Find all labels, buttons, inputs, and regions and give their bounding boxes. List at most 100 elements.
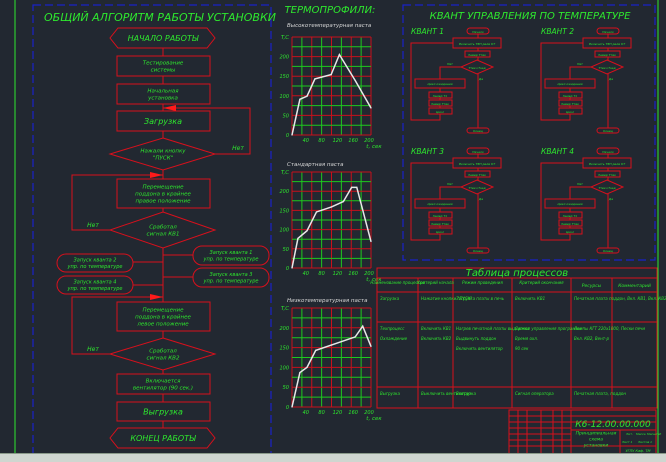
- kvant-block-1: КВАНТ 1 Начало Включить ТЭН реле КТ Замер T…: [410, 27, 502, 134]
- connector-line: [569, 186, 591, 199]
- table-header: Критерий начала: [417, 280, 454, 285]
- thermo-chart-2: Стандартная паста05010015020040 80 120 160 2…: [279, 162, 382, 283]
- data-point: [299, 98, 301, 100]
- connector-line: [569, 66, 591, 79]
- condition-label: Tтек<Tзад: [598, 186, 615, 190]
- drawing-name: установки: [583, 444, 609, 449]
- x-tick-label: 40: [303, 410, 309, 416]
- table-header: Ресурсы: [582, 283, 602, 289]
- end-terminator-label: КОНЕЦ РАБОТЫ: [130, 434, 196, 443]
- kvant-name: КВАНТ 1: [411, 27, 444, 36]
- y-tick-label: 150: [279, 74, 289, 80]
- wait-label: Цикл ожидания: [557, 202, 582, 206]
- table-cell: Выгрузка: [380, 391, 400, 396]
- no-label: Нет: [232, 145, 244, 152]
- kvant2-oval-label: упр. по температуре: [67, 264, 123, 270]
- step-label: Замер T1: [433, 214, 448, 218]
- arrow-icon: [163, 105, 176, 111]
- data-point: [342, 200, 344, 203]
- drawing-name: схема: [589, 438, 603, 443]
- wait-label: Цикл ожидания: [557, 82, 582, 86]
- table-title: Таблица процессов: [466, 267, 568, 279]
- yes-label: Да: [608, 77, 613, 81]
- kv1-decision-label: Сработал: [149, 224, 177, 230]
- kvant-title: КВАНТ УПРАВЛЕНИЯ ПО ТЕМПЕРАТУРЕ: [430, 11, 631, 22]
- kvant1-oval-label: упр. по температуре: [203, 257, 259, 263]
- table-cell: Включить КВ1: [515, 296, 545, 301]
- step-label: Замер Tтек: [431, 222, 449, 226]
- table-cell: Печатная плата, поддон: [574, 391, 626, 396]
- data-point: [306, 95, 308, 97]
- test-system-box-label: системы: [151, 67, 176, 73]
- move-right-box-label: поддона в крайнее: [135, 191, 191, 197]
- step-label: Замер Tтек: [431, 102, 449, 106]
- arrow-icon: [150, 294, 163, 300]
- x-tick-label: 160: [348, 138, 358, 144]
- measure-label: Замер Tтек: [468, 173, 486, 177]
- data-point: [306, 230, 308, 232]
- heat-label: Включить ТЭН реле КТ: [589, 162, 626, 166]
- yes-label: Да: [478, 77, 483, 81]
- x-tick-label: 80: [318, 138, 324, 144]
- data-point: [354, 79, 356, 82]
- initial-setup-box-label: установка: [147, 95, 178, 101]
- y-tick-label: 100: [279, 228, 289, 234]
- stamp-lit: Лит.: [625, 432, 633, 436]
- algorithm-title: ОБЩИЙ АЛГОРИТМ РАБОТЫ УСТАНОВКИ: [44, 11, 276, 24]
- data-point: [315, 211, 318, 213]
- connector-line: [439, 66, 461, 79]
- x-tick-label: 40: [303, 271, 309, 277]
- kvant-block-4: КВАНТ 4 Начало Включить ТЭН реле КТ Замер T…: [540, 147, 632, 254]
- chart-title: Высокотемпературная паста: [287, 23, 372, 29]
- move-left-box-label: левое положение: [136, 321, 189, 327]
- data-point: [315, 349, 317, 351]
- y-axis-label: T,C: [281, 306, 289, 312]
- kvant-block-3: КВАНТ 3 Начало Включить ТЭН реле КТ Замер T…: [410, 147, 502, 254]
- thermo-chart-3: Низкотемпературная паста 0 50 100 150 200 40 80…: [279, 298, 382, 422]
- move-right-box-label: Перемещение: [142, 184, 184, 190]
- data-point: [299, 371, 301, 374]
- table-header: Комментарий: [618, 283, 651, 289]
- start-label: Начало: [472, 30, 484, 34]
- data-point: [297, 237, 299, 240]
- measure-label: Замер Tтек: [468, 53, 486, 57]
- y-tick-label: 50: [283, 385, 289, 391]
- kvant-name: КВАНТ 3: [411, 147, 444, 156]
- cad-drawing-canvas: ОБЩИЙ АЛГОРИТМ РАБОТЫ УСТАНОВКИ НАЧАЛО Р…: [14, 0, 666, 461]
- step-label: Цикл: [436, 110, 444, 114]
- x-tick-label: 80: [318, 410, 324, 416]
- unload-box-label: Выгрузка: [143, 408, 183, 417]
- y-tick-label: 150: [279, 346, 289, 352]
- end-label: Конец: [603, 129, 613, 133]
- chart-title: Стандартная паста: [287, 162, 344, 168]
- x-tick-label: 160: [348, 410, 358, 416]
- end-label: Конец: [603, 249, 613, 253]
- table-cell: Печатная плата поддон, Вкл. КВ1, Вкл. КВ…: [574, 296, 666, 301]
- fan-box-label: вентилятор (90 сек.): [133, 385, 193, 391]
- stamp-scale: Масштаб: [647, 432, 661, 436]
- no-label: Нет: [577, 182, 583, 186]
- y-tick-label: 50: [283, 113, 289, 119]
- kvant4-oval-label: Запуск кванта 4: [74, 280, 117, 286]
- start-button-decision-label: Нажали кнопку: [140, 148, 186, 154]
- start-label: Начало: [602, 30, 614, 34]
- step-label: Замер Tтек: [561, 222, 579, 226]
- y-tick-label: 200: [279, 55, 289, 61]
- x-tick-label: 120: [333, 138, 343, 144]
- start-terminator-label: НАЧАЛО РАБОТЫ: [128, 34, 199, 43]
- kvant2-oval-label: Запуск кванта 2: [74, 258, 117, 264]
- y-tick-label: 200: [279, 189, 289, 195]
- x-tick-label: 160: [348, 271, 358, 277]
- test-system-box-label: Тестирование: [143, 60, 184, 66]
- data-point: [351, 186, 353, 188]
- move-left-box-label: Перемещение: [142, 307, 184, 313]
- stamp-sheet: Лист 1: [621, 440, 633, 444]
- table-cell: Загрузка платы в печь: [456, 296, 505, 301]
- data-point: [370, 345, 372, 348]
- x-axis-label: t, сек: [366, 416, 382, 422]
- heat-label: Включить ТЭН реле КТ: [589, 42, 626, 46]
- condition-label: Tтек<Tзад: [468, 186, 485, 190]
- algorithm-flowchart: ОБЩИЙ АЛГОРИТМ РАБОТЫ УСТАНОВКИ НАЧАЛО Р…: [44, 11, 276, 449]
- data-point: [354, 336, 356, 338]
- data-point: [338, 54, 340, 56]
